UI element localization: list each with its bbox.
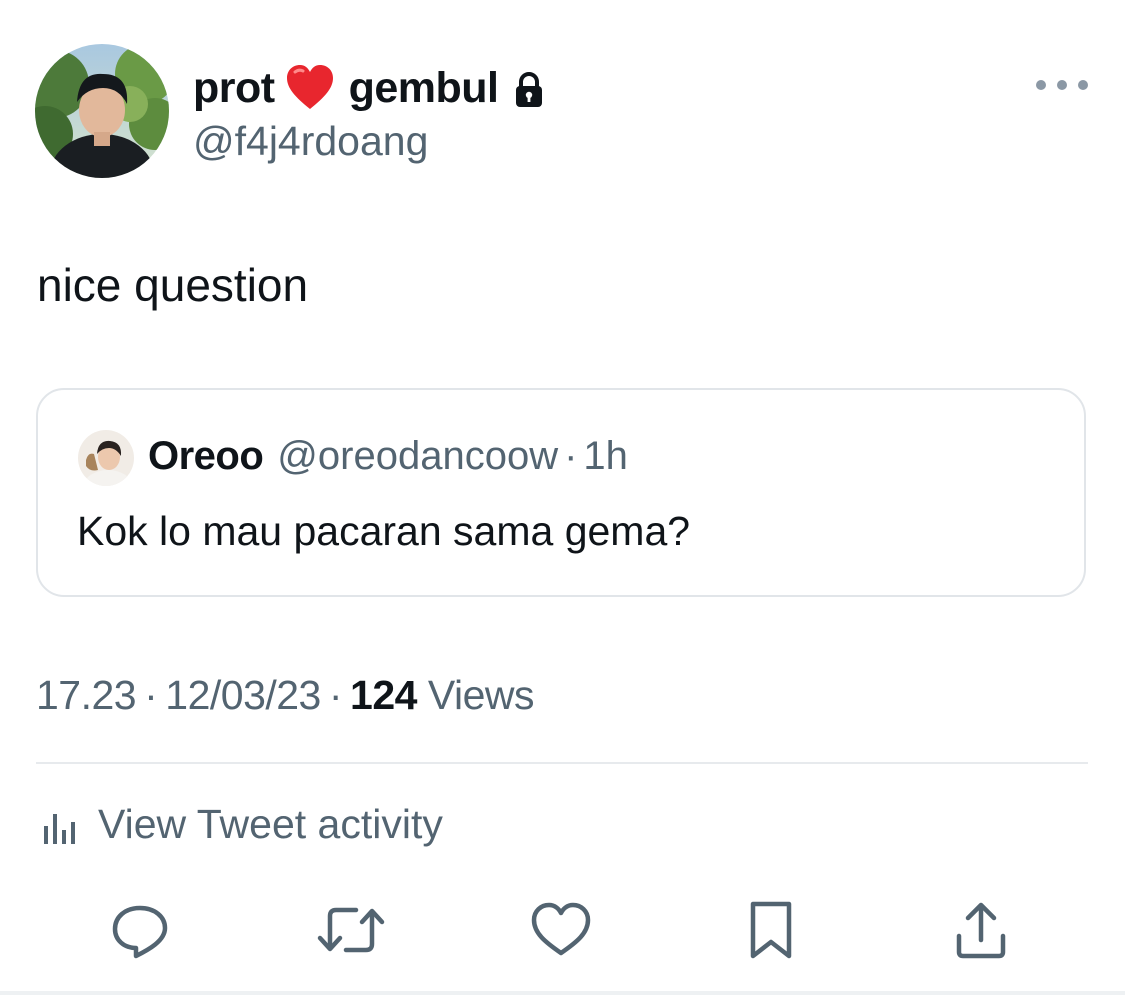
bookmark-icon (750, 901, 792, 959)
bar-chart-icon (40, 807, 78, 844)
tweet-text: nice question (37, 259, 309, 311)
author-name-second: gembul (348, 63, 499, 112)
views-label: Views (427, 672, 535, 718)
retweet-button[interactable] (316, 895, 386, 965)
lock-icon (513, 70, 545, 107)
author-display-name[interactable]: prot gembul (193, 60, 545, 116)
tweet-time[interactable]: 17.23 (36, 672, 137, 718)
like-button[interactable] (526, 895, 596, 965)
view-tweet-activity-label: View Tweet activity (98, 800, 443, 847)
meta-separator: · (144, 672, 158, 718)
quoted-author-avatar[interactable] (78, 430, 134, 486)
author-avatar[interactable] (35, 44, 169, 178)
share-icon (956, 902, 1006, 959)
quoted-tweet-header: Oreoo @oreodancoow · 1h (148, 434, 628, 479)
more-options-icon[interactable] (1036, 74, 1088, 96)
view-tweet-activity-link[interactable]: View Tweet activity (40, 796, 443, 852)
quoted-tweet[interactable]: Oreoo @oreodancoow · 1h Kok lo mau pacar… (36, 388, 1086, 597)
author-name-first: prot (193, 63, 275, 112)
heart-icon (531, 902, 591, 956)
reply-icon (112, 905, 168, 959)
retweet-icon (317, 907, 385, 953)
views-count: 124 (350, 672, 417, 718)
action-bar (0, 895, 1125, 965)
quoted-author-handle[interactable]: @oreodancoow (277, 434, 558, 479)
divider (36, 762, 1088, 764)
quoted-timestamp[interactable]: 1h (583, 434, 628, 479)
reply-button[interactable] (105, 895, 175, 965)
heart-emoji-icon (285, 64, 335, 112)
quoted-author-name[interactable]: Oreoo (148, 434, 264, 479)
bottom-border (0, 991, 1125, 995)
share-button[interactable] (946, 895, 1016, 965)
quoted-tweet-text: Kok lo mau pacaran sama gema? (77, 508, 691, 554)
bookmark-button[interactable] (736, 895, 806, 965)
tweet-meta: 17.23 · 12/03/23 · 124 Views (36, 672, 535, 719)
author-handle[interactable]: @f4j4rdoang (193, 118, 428, 165)
tweet-header: prot gembul @f4j4rdoang (0, 0, 1125, 200)
tweet-date[interactable]: 12/03/23 (165, 672, 321, 718)
meta-separator: · (328, 672, 343, 718)
quoted-separator: · (564, 434, 578, 478)
